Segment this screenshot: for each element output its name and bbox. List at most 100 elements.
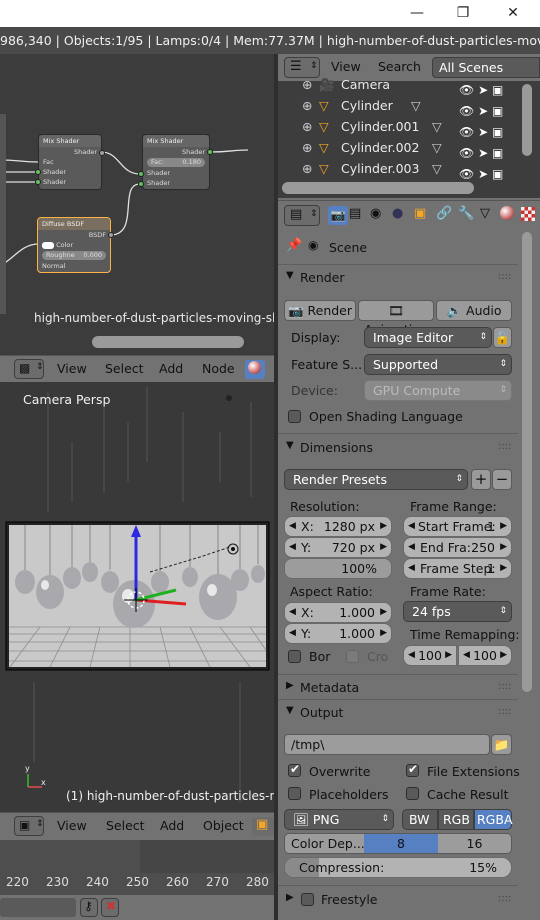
- drag-handle-icon[interactable]: ::::: [498, 681, 511, 692]
- mode-selector[interactable]: ▣: [252, 817, 274, 836]
- eye-icon[interactable]: 👁: [459, 83, 474, 97]
- decrement-arrow-icon[interactable]: ◀: [408, 538, 415, 557]
- cache-result-checkbox[interactable]: [406, 787, 419, 800]
- render-button[interactable]: 📷 Render: [284, 300, 356, 321]
- color-depth-16[interactable]: 16: [438, 834, 511, 853]
- remap-new-field[interactable]: ◀ 100 ▶: [458, 645, 512, 666]
- clear-keying-button[interactable]: ✖: [101, 898, 119, 917]
- decrement-arrow-icon[interactable]: ◀: [289, 538, 296, 557]
- frame-field[interactable]: [0, 898, 76, 917]
- node-editor-scrollbar[interactable]: [92, 336, 244, 348]
- decrement-arrow-icon[interactable]: ◀: [289, 517, 296, 536]
- metadata-panel-title[interactable]: Metadata: [300, 680, 359, 695]
- start-frame-field[interactable]: ◀ Start Frame: 1 ▶: [403, 516, 512, 537]
- color-mode-rgba[interactable]: RGBA: [474, 809, 513, 830]
- modifiers-tab-icon[interactable]: 🔧: [458, 206, 474, 221]
- data-tab-icon[interactable]: ▽: [480, 206, 490, 221]
- keying-set-button[interactable]: ⚷: [80, 898, 98, 917]
- drag-handle-icon[interactable]: ::::: [498, 441, 511, 452]
- remap-old-field[interactable]: ◀ 100 ▶: [403, 645, 457, 666]
- eye-icon[interactable]: 👁: [459, 146, 474, 160]
- resolution-y-field[interactable]: ◀ Y: 720 px ▶: [284, 537, 392, 558]
- increment-arrow-icon[interactable]: ▶: [500, 646, 507, 665]
- decrement-arrow-icon[interactable]: ◀: [289, 624, 296, 643]
- shader-type-button[interactable]: [245, 360, 265, 379]
- collapse-down-icon[interactable]: ▼: [286, 705, 294, 716]
- eye-icon[interactable]: 👁: [459, 167, 474, 181]
- render-panel-title[interactable]: Render: [300, 270, 345, 285]
- increment-arrow-icon[interactable]: ▶: [500, 517, 507, 536]
- aspect-x-field[interactable]: ◀ X: 1.000 ▶: [284, 602, 392, 623]
- 3d-viewport[interactable]: y x: [0, 382, 274, 812]
- dimensions-panel-title[interactable]: Dimensions: [300, 440, 373, 455]
- collapse-down-icon[interactable]: ▼: [286, 440, 294, 451]
- color-mode-bw[interactable]: BW: [402, 809, 438, 830]
- color-row[interactable]: Color: [38, 240, 110, 250]
- cursor-icon[interactable]: ➤: [478, 83, 488, 97]
- camera-render-icon[interactable]: ▣: [492, 83, 503, 97]
- texture-tab-icon[interactable]: [521, 207, 535, 221]
- camera-render-icon[interactable]: ▣: [492, 167, 503, 181]
- browse-folder-button[interactable]: 📁: [491, 734, 512, 755]
- expand-icon[interactable]: ⊕: [302, 74, 312, 95]
- expand-icon[interactable]: ⊕: [302, 95, 312, 116]
- world-tab-icon[interactable]: ●: [392, 206, 403, 221]
- collapse-right-icon[interactable]: ▶: [286, 892, 294, 903]
- scene-tab-icon[interactable]: ◉: [370, 206, 381, 221]
- socket[interactable]: [35, 179, 41, 185]
- material-tab-icon[interactable]: [500, 206, 514, 220]
- freestyle-panel-title[interactable]: Freestyle: [321, 892, 378, 907]
- object-tab-icon[interactable]: ▣: [414, 206, 426, 221]
- pin-icon[interactable]: 📌: [286, 238, 302, 253]
- eye-icon[interactable]: 👁: [459, 125, 474, 139]
- cursor-icon[interactable]: ➤: [478, 125, 488, 139]
- decrement-arrow-icon[interactable]: ◀: [289, 603, 296, 622]
- display-dropdown[interactable]: Image Editor ⇕: [364, 327, 492, 348]
- add-preset-button[interactable]: +: [471, 469, 491, 490]
- expand-icon[interactable]: ⊕: [302, 158, 312, 179]
- render-tab-icon[interactable]: 📷: [328, 206, 348, 225]
- render-layers-tab-icon[interactable]: ▤: [349, 206, 361, 221]
- increment-arrow-icon[interactable]: ▶: [500, 538, 507, 557]
- drag-handle-icon[interactable]: ::::: [498, 706, 511, 717]
- overwrite-checkbox[interactable]: [288, 762, 301, 777]
- node-editor[interactable]: Mix Shader Shader Fac Shader Shader Mix …: [0, 54, 274, 355]
- frame-rate-dropdown[interactable]: 24 fps ⇕: [403, 601, 512, 622]
- increment-arrow-icon[interactable]: ▶: [380, 538, 387, 557]
- expand-icon[interactable]: ⊕: [302, 116, 312, 137]
- color-depth-8[interactable]: 8: [364, 834, 438, 853]
- audio-button[interactable]: 🔈 Audio: [436, 300, 512, 321]
- border-checkbox[interactable]: [288, 650, 301, 663]
- file-extensions-checkbox[interactable]: [406, 762, 419, 777]
- outliner-hscrollbar[interactable]: [282, 182, 474, 194]
- editor-type-selector[interactable]: ▤ ⇕: [284, 205, 320, 226]
- freestyle-checkbox[interactable]: [301, 893, 314, 906]
- eye-icon[interactable]: 👁: [459, 104, 474, 118]
- mix-shader-node[interactable]: Mix Shader Shader Fac: 0.180 Shader Shad…: [142, 134, 210, 190]
- menu-add[interactable]: Add: [159, 356, 183, 382]
- socket[interactable]: [138, 181, 144, 187]
- mix-shader-node[interactable]: Mix Shader Shader Fac Shader Shader: [38, 134, 102, 190]
- menu-view[interactable]: View: [57, 356, 87, 382]
- menu-node[interactable]: Node: [202, 356, 235, 382]
- feature-set-dropdown[interactable]: Supported ⇕: [364, 354, 512, 375]
- increment-arrow-icon[interactable]: ▶: [500, 559, 507, 578]
- collapse-down-icon[interactable]: ▼: [286, 270, 294, 281]
- socket[interactable]: [207, 149, 213, 155]
- socket[interactable]: [99, 150, 105, 156]
- osl-checkbox[interactable]: [288, 410, 301, 423]
- frame-step-field[interactable]: ◀ Frame Step: 1 ▶: [403, 558, 512, 579]
- menu-object[interactable]: Object: [203, 813, 244, 839]
- decrement-arrow-icon[interactable]: ◀: [408, 517, 415, 536]
- end-frame-field[interactable]: ◀ End Fra: 250 ▶: [403, 537, 512, 558]
- fac-field[interactable]: Fac: 0.180: [147, 158, 205, 167]
- increment-arrow-icon[interactable]: ▶: [445, 646, 452, 665]
- socket[interactable]: [138, 171, 144, 177]
- color-swatch[interactable]: [42, 241, 54, 249]
- output-path-input[interactable]: /tmp\: [284, 734, 490, 755]
- minimize-icon[interactable]: —: [394, 0, 440, 27]
- cursor-icon[interactable]: ➤: [478, 104, 488, 118]
- decrement-arrow-icon[interactable]: ◀: [463, 646, 470, 665]
- drag-handle-icon[interactable]: ::::: [498, 893, 511, 904]
- camera-render-icon[interactable]: ▣: [492, 104, 503, 118]
